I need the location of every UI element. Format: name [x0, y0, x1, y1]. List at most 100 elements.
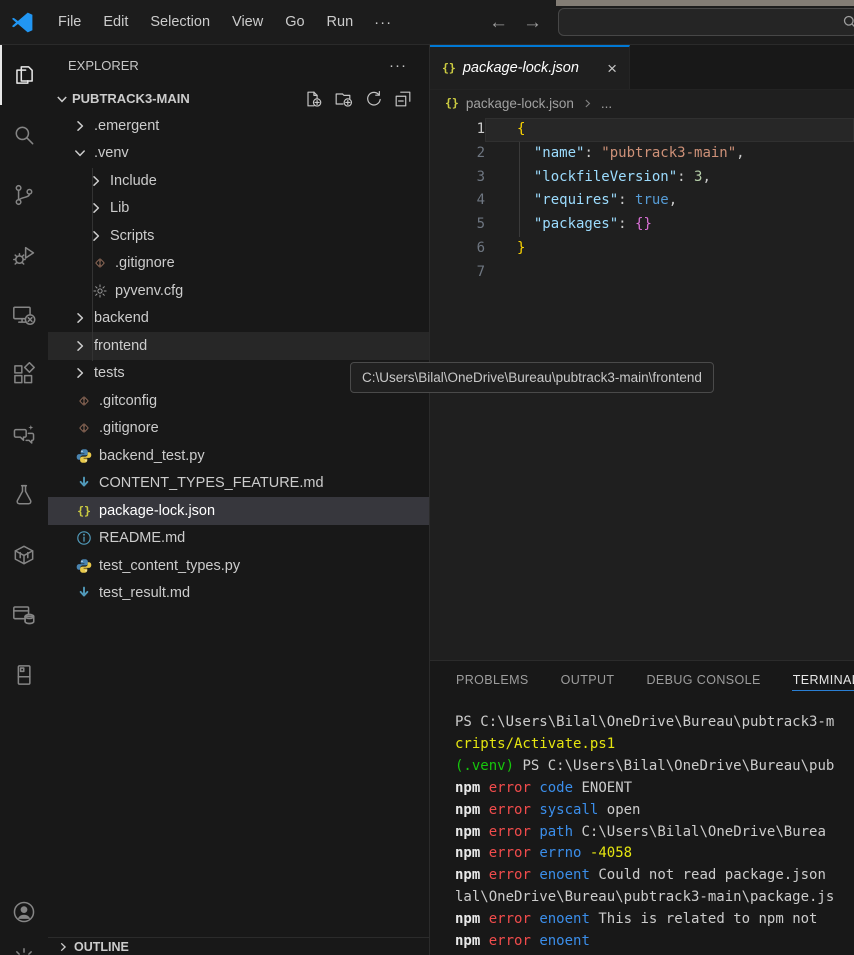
tree-item-label: backend_test.py [99, 448, 205, 464]
tree-item-label: backend [94, 310, 149, 326]
breadcrumb-file[interactable]: package-lock.json [466, 96, 574, 111]
tree-item-test-result-md[interactable]: test_result.md [48, 580, 429, 608]
tab-package-lock-json[interactable]: {} package-lock.json × [430, 45, 630, 89]
activity-run-debug-icon[interactable] [0, 225, 48, 285]
terminal-line: cripts/Activate.ps1 [455, 734, 854, 756]
tree-item-content-types-feature-md[interactable]: CONTENT_TYPES_FEATURE.md [48, 470, 429, 498]
activity-device-preview-icon[interactable] [0, 645, 48, 705]
activity-source-control-icon[interactable] [0, 165, 48, 225]
activity-chat-icon[interactable] [0, 405, 48, 465]
activity-extensions-icon[interactable] [0, 345, 48, 405]
chevron-right-icon [581, 97, 594, 110]
terminal-line: npm error enoent This is related to npm … [455, 909, 854, 931]
new-folder-button[interactable] [333, 89, 353, 109]
line-number: 1 [430, 118, 485, 142]
collapse-all-button[interactable] [393, 89, 413, 109]
activity-containers-icon[interactable] [0, 525, 48, 585]
tree-item-label: .gitignore [99, 420, 159, 436]
chevron-right-icon [88, 173, 104, 189]
terminal-line: npm error enoent Could not read package.… [455, 865, 854, 887]
markdown-file-icon [76, 475, 92, 491]
activity-account-icon[interactable] [0, 888, 48, 936]
refresh-button[interactable] [363, 89, 383, 109]
code-line-1[interactable]: 1{ [430, 118, 854, 142]
terminal-line: PS C:\Users\Bilal\OneDrive\Bureau\pubtra… [455, 712, 854, 734]
tree-item-label: .venv [94, 145, 129, 161]
tree-item-pyvenv-cfg[interactable]: pyvenv.cfg [48, 277, 429, 305]
tree-item-test-content-types-py[interactable]: test_content_types.py [48, 552, 429, 580]
info-file-icon [76, 530, 92, 546]
editor-tab-bar: {} package-lock.json × [430, 45, 854, 90]
explorer-more-actions-button[interactable]: ··· [389, 57, 407, 74]
breadcrumb-symbol[interactable]: ... [601, 96, 612, 111]
terminal-output[interactable]: PS C:\Users\Bilal\OneDrive\Bureau\pubtra… [455, 712, 854, 955]
breadcrumb[interactable]: {} package-lock.json ... [430, 90, 854, 116]
tree-item-label: Scripts [110, 228, 154, 244]
line-content [485, 261, 854, 285]
activity-settings-icon[interactable] [0, 935, 48, 955]
tooltip-text: C:\Users\Bilal\OneDrive\Bureau\pubtrack3… [362, 370, 702, 385]
tree-item-readme-md[interactable]: README.md [48, 525, 429, 553]
search-icon [842, 14, 854, 30]
chevron-right-icon [72, 365, 88, 381]
activity-explorer-icon[interactable] [0, 45, 48, 105]
tree-item--gitignore[interactable]: .gitignore [48, 415, 429, 443]
json-file-icon: {} [442, 61, 456, 75]
tree-item-frontend[interactable]: frontend [48, 332, 429, 360]
tree-item-package-lock-json[interactable]: {}package-lock.json [48, 497, 429, 525]
panel-tab-terminal[interactable]: TERMINAL [792, 670, 854, 691]
tree-item-lib[interactable]: Lib [48, 195, 429, 223]
outline-label: OUTLINE [74, 940, 129, 954]
tree-item-label: .gitconfig [99, 393, 157, 409]
workspace-section-header[interactable]: PUBTRACK3-MAIN [48, 85, 429, 112]
menu-go[interactable]: Go [274, 9, 315, 35]
chevron-right-icon [72, 118, 88, 134]
tree-item--venv[interactable]: .venv [48, 140, 429, 168]
menu-edit[interactable]: Edit [92, 9, 139, 35]
nav-back-arrow[interactable]: ← [489, 12, 508, 34]
tree-item-scripts[interactable]: Scripts [48, 222, 429, 250]
tree-item-label: frontend [94, 338, 147, 354]
line-number: 2 [430, 142, 485, 166]
chevron-right-icon [88, 200, 104, 216]
workspace-name: PUBTRACK3-MAIN [72, 91, 190, 106]
panel-tab-bar: PROBLEMS OUTPUT DEBUG CONSOLE TERMINAL [430, 661, 854, 699]
menu-view[interactable]: View [221, 9, 274, 35]
panel-tab-output[interactable]: OUTPUT [560, 670, 616, 690]
code-line-5[interactable]: 5 "packages": {} [430, 213, 854, 237]
gear-file-icon [92, 283, 108, 299]
path-tooltip: C:\Users\Bilal\OneDrive\Bureau\pubtrack3… [350, 362, 714, 393]
line-content: "lockfileVersion": 3, [485, 166, 854, 190]
menu-selection[interactable]: Selection [139, 9, 221, 35]
tree-item-label: .emergent [94, 118, 159, 134]
code-line-4[interactable]: 4 "requires": true, [430, 189, 854, 213]
outline-section-header[interactable]: OUTLINE [48, 937, 429, 955]
code-line-6[interactable]: 6} [430, 237, 854, 261]
activity-remote-explorer-icon[interactable] [0, 285, 48, 345]
code-area[interactable]: 1{2 "name": "pubtrack3-main",3 "lockfile… [430, 116, 854, 285]
code-line-2[interactable]: 2 "name": "pubtrack3-main", [430, 142, 854, 166]
title-bar: FileEditSelectionViewGoRun··· ← → [0, 0, 854, 45]
nav-forward-arrow[interactable]: → [523, 12, 542, 34]
new-file-button[interactable] [303, 89, 323, 109]
tree-item--emergent[interactable]: .emergent [48, 112, 429, 140]
code-line-7[interactable]: 7 [430, 261, 854, 285]
tree-item--gitignore[interactable]: .gitignore [48, 250, 429, 278]
menu-file[interactable]: File [47, 9, 92, 35]
activity-testing-icon[interactable] [0, 465, 48, 525]
tab-close-icon[interactable]: × [607, 60, 617, 77]
tree-item-backend-test-py[interactable]: backend_test.py [48, 442, 429, 470]
tree-item-include[interactable]: Include [48, 167, 429, 195]
code-line-3[interactable]: 3 "lockfileVersion": 3, [430, 166, 854, 190]
line-content: { [485, 118, 854, 142]
menu-run[interactable]: Run [316, 9, 365, 35]
panel-tab-debug-console[interactable]: DEBUG CONSOLE [645, 670, 761, 690]
python-file-icon [76, 558, 92, 574]
activity-search-icon[interactable] [0, 105, 48, 165]
activity-database-icon[interactable] [0, 585, 48, 645]
command-center-search[interactable] [558, 8, 854, 36]
menu-more-button[interactable]: ··· [364, 9, 402, 36]
panel-tab-problems[interactable]: PROBLEMS [455, 670, 530, 690]
tree-item-backend[interactable]: backend [48, 305, 429, 333]
chevron-right-icon [56, 940, 70, 954]
